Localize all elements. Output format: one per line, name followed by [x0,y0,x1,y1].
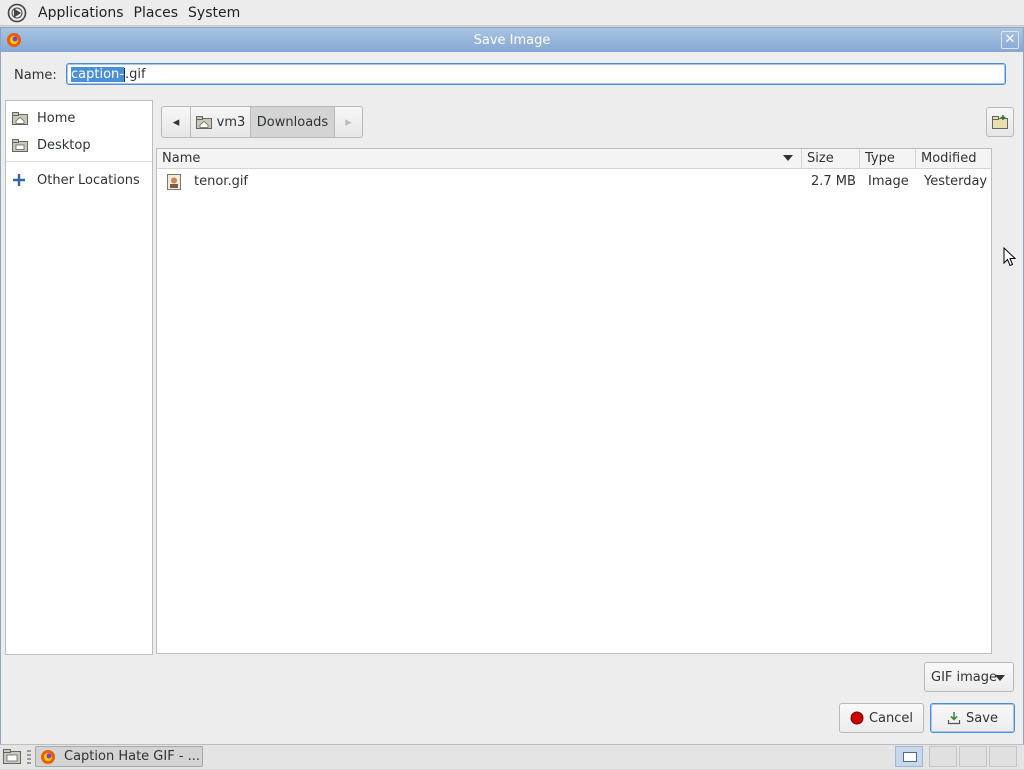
workspace-1[interactable] [895,746,923,767]
top-panel: Applications Places System [0,0,1024,26]
file-modified: Yesterday [924,174,988,189]
column-type[interactable]: Type [859,149,915,168]
column-size[interactable]: Size [801,149,859,168]
path-back-button[interactable]: ◂ [161,106,191,138]
window-thumbnail [903,752,917,762]
workspace-3[interactable] [959,746,987,767]
column-header: Name Size Type Modified [157,149,991,169]
sidebar-item-other-locations[interactable]: Other Locations [12,169,140,191]
chevron-down-icon [995,675,1005,681]
desktop-folder-icon [12,138,30,152]
path-bar: ◂ vm3 Downloads ▸ [161,106,363,140]
file-type-filter[interactable]: GIF image [924,662,1014,692]
workspace-4[interactable] [989,746,1017,767]
home-folder-icon [12,111,30,125]
firefox-icon [6,32,22,48]
path-segment-vm3[interactable]: vm3 [191,106,251,138]
applications-logo-icon[interactable] [6,2,28,24]
taskbar-task-firefox[interactable]: Caption Hate GIF - ... [35,746,203,767]
filename-input[interactable]: caption-.gif [66,63,1006,85]
path-forward-button[interactable]: ▸ [335,106,363,138]
column-modified[interactable]: Modified [915,149,991,168]
taskbar-task-label: Caption Hate GIF - ... [64,749,201,764]
sidebar-item-label: Desktop [37,137,91,153]
file-type: Image [868,174,909,189]
path-segment-label: vm3 [216,114,246,130]
cancel-button[interactable]: Cancel [839,703,924,733]
home-folder-icon [195,115,212,129]
firefox-icon [40,749,56,765]
sidebar-item-home[interactable]: Home [12,107,75,129]
path-segment-label: Downloads [256,114,329,130]
workspace-2[interactable] [929,746,957,767]
sidebar-item-label: Other Locations [37,172,140,188]
cancel-icon [850,711,864,725]
drag-handle[interactable] [27,750,31,764]
sidebar-item-desktop[interactable]: Desktop [12,134,91,156]
chevron-left-icon: ◂ [172,114,180,130]
bottom-taskbar: Caption Hate GIF - ... [0,744,1024,769]
file-size: 2.7 MB [811,174,856,189]
create-folder-button[interactable] [986,107,1014,137]
save-label: Save [966,710,998,726]
sidebar-separator [6,161,152,162]
mouse-pointer-icon [1003,246,1017,267]
file-list: Name Size Type Modified tenor.gif 2.7 MB… [156,148,992,654]
new-folder-icon [992,115,1008,129]
close-button[interactable]: ✕ [1001,31,1019,49]
save-image-dialog: Save Image ✕ Name: caption-.gif Home Des… [0,27,1024,745]
titlebar[interactable]: Save Image ✕ [1,28,1023,52]
sidebar-item-label: Home [37,110,76,126]
name-row: Name: caption-.gif [1,62,1023,90]
cancel-label: Cancel [868,710,914,726]
menu-applications[interactable]: Applications [38,5,124,21]
table-row[interactable]: tenor.gif 2.7 MB Image Yesterday [157,171,991,193]
image-file-icon [167,174,181,190]
menu-system[interactable]: System [188,5,240,21]
filename-extension-text: .gif [124,67,146,82]
dialog-title: Save Image [473,32,551,48]
column-name[interactable]: Name [157,149,801,168]
save-download-icon [947,711,961,725]
plus-icon [12,173,30,187]
name-label: Name: [14,68,57,83]
file-name: tenor.gif [194,174,249,189]
places-sidebar: Home Desktop Other Locations [5,100,153,655]
save-button[interactable]: Save [930,703,1015,733]
path-segment-downloads[interactable]: Downloads [251,106,335,138]
show-desktop-icon[interactable] [2,748,22,766]
chevron-right-icon: ▸ [345,114,352,130]
menu-places[interactable]: Places [134,5,179,21]
filename-selected-text: caption- [71,67,124,82]
sort-descending-icon [783,155,793,161]
filter-selected-label: GIF image [931,669,998,685]
